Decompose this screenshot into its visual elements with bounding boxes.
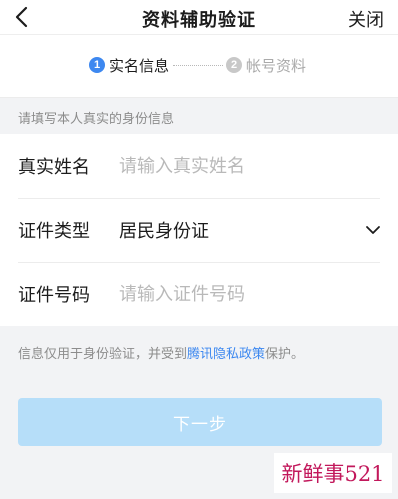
section-hint-text: 请填写本人真实的身份信息 — [18, 112, 175, 127]
id-type-value: 居民身份证 — [119, 221, 209, 242]
top-bar: 资料辅助验证 关闭 — [0, 0, 398, 35]
section-hint: 请填写本人真实的身份信息 — [0, 97, 398, 134]
step-2-number: 2 — [226, 57, 242, 73]
name-input[interactable] — [119, 151, 380, 181]
step-indicator: 1 实名信息 2 帐号资料 — [0, 35, 398, 97]
notice-prefix: 信息仅用于身份验证，并受到 — [18, 347, 188, 362]
id-number-row: 证件号码 — [0, 262, 398, 326]
step-connector — [173, 65, 223, 66]
step-1: 1 实名信息 — [89, 54, 169, 76]
name-label: 真实姓名 — [18, 157, 90, 178]
identity-form: 真实姓名 证件类型 居民身份证 证件号码 — [0, 134, 398, 326]
step-2: 2 帐号资料 — [226, 54, 306, 76]
name-row: 真实姓名 — [0, 134, 398, 198]
page-title: 资料辅助验证 — [142, 10, 256, 31]
privacy-notice-text: 信息仅用于身份验证，并受到腾讯隐私政策保护。 — [18, 343, 304, 362]
id-number-label: 证件号码 — [18, 285, 90, 306]
id-type-label: 证件类型 — [18, 221, 90, 242]
close-button[interactable]: 关闭 — [348, 6, 384, 32]
privacy-policy-link[interactable]: 腾讯隐私政策 — [187, 347, 265, 362]
chevron-down-icon — [366, 226, 380, 234]
next-step-button[interactable]: 下一步 — [18, 398, 382, 446]
id-type-row: 证件类型 居民身份证 — [0, 198, 398, 262]
watermark: 新鲜事521 — [274, 453, 392, 493]
notice-suffix: 保护。 — [265, 347, 305, 362]
id-number-input[interactable] — [119, 279, 380, 309]
step-1-number: 1 — [89, 57, 105, 73]
step-2-label: 帐号资料 — [246, 56, 307, 75]
step-1-label: 实名信息 — [109, 56, 170, 75]
id-type-select[interactable]: 居民身份证 — [119, 215, 384, 245]
